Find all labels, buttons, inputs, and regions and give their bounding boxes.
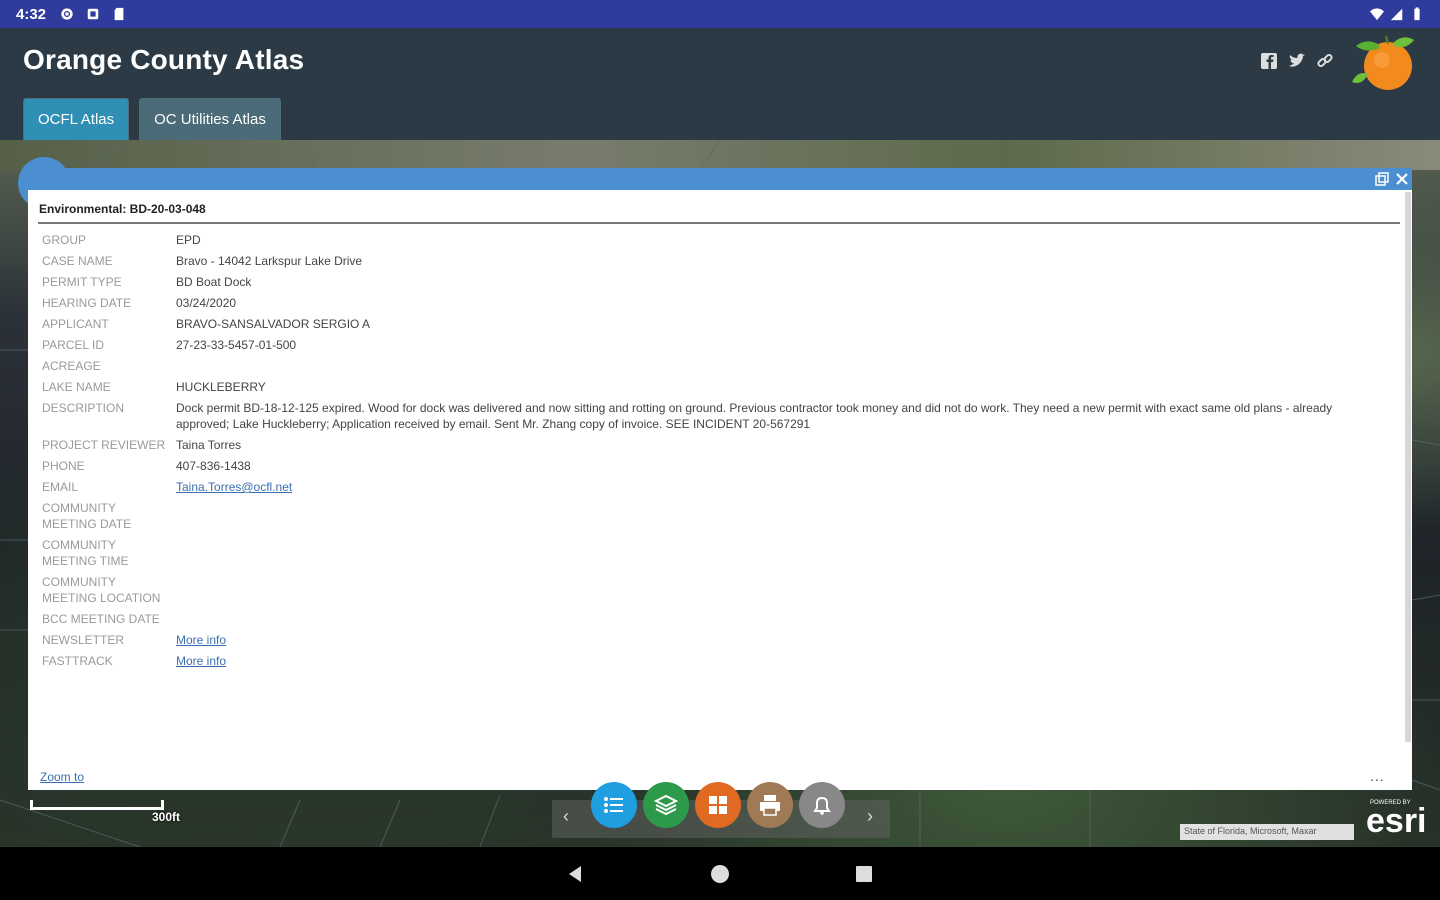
attr-row-permit-type: PERMIT TYPE BD Boat Dock <box>42 274 1382 290</box>
attr-label: PHONE <box>42 459 85 473</box>
attribute-table: GROUP EPD CASE NAME Bravo - 14042 Larkspur… <box>42 232 1382 674</box>
attr-value <box>176 574 1382 606</box>
back-icon[interactable] <box>563 862 587 886</box>
attr-value: BD Boat Dock <box>176 275 252 289</box>
attr-label: COMMUNITY MEETING DATE <box>42 501 132 531</box>
attr-row-fasttrack: FASTTRACK More info <box>42 653 1382 669</box>
attr-label: NEWSLETTER <box>42 633 125 647</box>
layers-icon[interactable] <box>643 782 689 828</box>
orange-logo <box>1352 35 1414 90</box>
attr-row-community-meeting-date: COMMUNITY MEETING DATE <box>42 500 1382 532</box>
email-link[interactable]: Taina.Torres@ocfl.net <box>176 480 292 494</box>
scale-label: 300ft <box>152 810 181 824</box>
attr-value: Dock permit BD-18-12-125 expired. Wood f… <box>176 401 1333 431</box>
attr-label: EMAIL <box>42 480 79 494</box>
attr-row-email: EMAIL Taina.Torres@ocfl.net <box>42 479 1382 495</box>
zoom-to-link[interactable]: Zoom to <box>40 770 84 784</box>
attr-row-lake-name: LAKE NAME HUCKLEBERRY <box>42 379 1382 395</box>
attr-label: COMMUNITY MEETING LOCATION <box>42 575 161 605</box>
attr-value: 27-23-33-5457-01-500 <box>176 338 297 352</box>
facebook-icon[interactable] <box>1260 52 1278 70</box>
attr-value: 407-836-1438 <box>176 459 251 473</box>
attr-row-parcel-id: PARCEL ID 27-23-33-5457-01-500 <box>42 337 1382 353</box>
basemap-grid-icon[interactable] <box>695 782 741 828</box>
attr-label: APPLICANT <box>42 317 109 331</box>
twitter-icon[interactable] <box>1288 52 1306 70</box>
more-actions-button[interactable]: ... <box>1370 768 1385 784</box>
attr-value: Taina Torres <box>176 438 242 452</box>
share-icons <box>1260 52 1334 70</box>
attr-value: EPD <box>176 233 201 247</box>
fasttrack-more-info-link[interactable]: More info <box>176 654 226 668</box>
attr-row-acreage: ACREAGE <box>42 358 1382 374</box>
alert-bell-icon[interactable] <box>799 782 845 828</box>
notification-icon <box>87 8 99 20</box>
popup-titlebar <box>28 168 1412 190</box>
recents-icon[interactable] <box>852 862 876 886</box>
attr-row-community-meeting-location: COMMUNITY MEETING LOCATION <box>42 574 1382 606</box>
popup-divider <box>38 222 1400 224</box>
app-header: Orange County Atlas OCFL Atlas OC Utilit… <box>0 28 1440 140</box>
attr-row-project-reviewer: PROJECT REVIEWER Taina Torres <box>42 437 1382 453</box>
popup-scrollbar[interactable] <box>1405 192 1411 742</box>
print-icon[interactable] <box>747 782 793 828</box>
popup-title: Environmental: BD-20-03-048 <box>39 202 206 216</box>
attr-value <box>176 611 1382 627</box>
feature-popup: Environmental: BD-20-03-048 GROUP EPD CAS… <box>28 190 1412 790</box>
attr-row-hearing-date: HEARING DATE 03/24/2020 <box>42 295 1382 311</box>
attr-row-applicant: APPLICANT BRAVO-SANSALVADOR SERGIO A <box>42 316 1382 332</box>
attr-label: PROJECT REVIEWER <box>42 438 166 452</box>
attr-row-case-name: CASE NAME Bravo - 14042 Larkspur Lake Dri… <box>42 253 1382 269</box>
attr-row-community-meeting-time: COMMUNITY MEETING TIME <box>42 537 1382 569</box>
attr-label: LAKE NAME <box>42 380 111 394</box>
esri-logo: esri <box>1366 802 1427 840</box>
attr-row-description: DESCRIPTION Dock permit BD-18-12-125 expi… <box>42 400 1382 432</box>
sd-card-icon <box>114 7 124 21</box>
app-title: Orange County Atlas <box>23 44 305 75</box>
attr-value <box>176 537 1382 569</box>
attr-label: PERMIT TYPE <box>42 275 122 289</box>
list-icon[interactable] <box>591 782 637 828</box>
signal-icon <box>1390 8 1403 21</box>
attr-value: BRAVO-SANSALVADOR SERGIO A <box>176 317 371 331</box>
attr-row-phone: PHONE 407-836-1438 <box>42 458 1382 474</box>
attr-value: 03/24/2020 <box>176 296 237 310</box>
close-icon[interactable] <box>1394 171 1410 187</box>
attr-label: ACREAGE <box>42 359 101 373</box>
attr-label: BCC MEETING DATE <box>42 612 160 626</box>
attr-label: HEARING DATE <box>42 296 132 310</box>
attr-label: GROUP <box>42 233 87 247</box>
battery-icon <box>1414 7 1420 21</box>
attr-label: CASE NAME <box>42 254 113 268</box>
attr-label: DESCRIPTION <box>42 401 125 415</box>
scale-bar <box>30 800 164 810</box>
attr-value: Bravo - 14042 Larkspur Lake Drive <box>176 254 363 268</box>
attr-value <box>176 358 1382 374</box>
home-icon[interactable] <box>708 862 732 886</box>
restore-icon[interactable] <box>1374 171 1390 187</box>
newsletter-more-info-link[interactable]: More info <box>176 633 226 647</box>
attr-row-group: GROUP EPD <box>42 232 1382 248</box>
atlas-tabs: OCFL Atlas OC Utilities Atlas <box>23 98 281 140</box>
map-attribution: State of Florida, Microsoft, Maxar <box>1180 824 1354 840</box>
toolbar-next-button[interactable]: › <box>867 806 873 827</box>
tab-oc-utilities-atlas[interactable]: OC Utilities Atlas <box>139 98 281 140</box>
wifi-icon <box>1370 8 1384 21</box>
attr-value <box>176 500 1382 532</box>
toolbar-prev-button[interactable]: ‹ <box>563 806 569 827</box>
attr-row-newsletter: NEWSLETTER More info <box>42 632 1382 648</box>
attr-value: HUCKLEBERRY <box>176 380 266 394</box>
status-bar: 4:32 <box>0 0 1440 28</box>
attr-label: PARCEL ID <box>42 338 105 352</box>
attr-row-bcc-meeting-date: BCC MEETING DATE <box>42 611 1382 627</box>
attr-label: FASTTRACK <box>42 654 113 668</box>
tab-ocfl-atlas[interactable]: OCFL Atlas <box>23 98 130 140</box>
status-time: 4:32 <box>16 5 47 23</box>
attr-label: COMMUNITY MEETING TIME <box>42 538 129 568</box>
gear-icon <box>61 8 73 20</box>
link-icon[interactable] <box>1316 52 1334 70</box>
